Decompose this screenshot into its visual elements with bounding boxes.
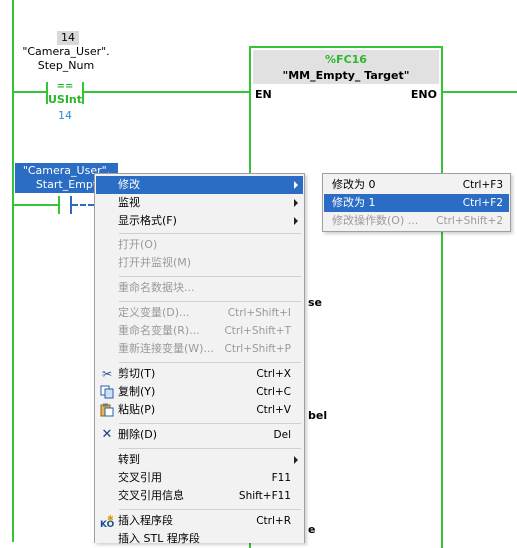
menu-separator (119, 448, 301, 449)
menu-item-insert-stl-network[interactable]: 插入 STL 程序段 (96, 530, 303, 548)
compare-tag-line1[interactable]: "Camera_User". (14, 45, 118, 59)
left-power-rail (12, 0, 14, 542)
menu-separator (119, 423, 301, 424)
menu-item-cut[interactable]: ✂ 剪切(T) Ctrl+X (96, 365, 303, 383)
rung-wire-top-mid (84, 91, 249, 93)
pin-en-label: EN (255, 88, 272, 101)
menu-separator (119, 233, 301, 234)
pin-label-partial-1: se (308, 296, 323, 309)
menu-item-delete[interactable]: ✕ 删除(D) Del (96, 426, 303, 444)
submenu-item-modify-operand[interactable]: 修改操作数(O) ... Ctrl+Shift+2 (324, 212, 509, 230)
copy-icon (100, 385, 114, 399)
function-block-number: %FC16 (325, 53, 367, 66)
menu-item-define-tag[interactable]: 定义变量(D)... Ctrl+Shift+I (96, 304, 303, 322)
rung-wire-second-dashed (72, 204, 94, 206)
context-menu: 修改 监视 显示格式(F) 打开(O) 打开并监视(M) 重命名数据块... 定… (94, 173, 305, 545)
menu-item-rename-db[interactable]: 重命名数据块... (96, 279, 303, 297)
contact-left-bar (58, 196, 60, 214)
menu-item-paste[interactable]: 粘贴(P) Ctrl+V (96, 401, 303, 419)
menu-item-rename-tag[interactable]: 重命名变量(R)... Ctrl+Shift+T (96, 322, 303, 340)
function-block-title: "MM_Empty_ Target" (282, 69, 410, 82)
menu-separator (119, 509, 301, 510)
menu-item-rewire-tag[interactable]: 重新连接变量(W)... Ctrl+Shift+P (96, 340, 303, 358)
chevron-right-icon (294, 181, 298, 189)
menu-item-goto[interactable]: 转到 (96, 451, 303, 469)
menu-item-cross-reference-info[interactable]: 交叉引用信息 Shift+F11 (96, 487, 303, 505)
menu-item-display-format[interactable]: 显示格式(F) (96, 212, 303, 230)
paste-icon (100, 403, 114, 417)
compare-operator: == (56, 81, 74, 92)
menu-item-cross-reference[interactable]: 交叉引用 F11 (96, 469, 303, 487)
chevron-right-icon (294, 199, 298, 207)
rung-wire-top-left (14, 91, 46, 93)
menu-item-copy[interactable]: 复制(Y) Ctrl+C (96, 383, 303, 401)
menu-item-insert-network[interactable]: KO ✱ 插入程序段 Ctrl+R (96, 512, 303, 530)
menu-separator (119, 276, 301, 277)
chevron-right-icon (294, 217, 298, 225)
menu-separator (119, 362, 301, 363)
chevron-right-icon (294, 456, 298, 464)
address-number: 14 (57, 31, 79, 45)
pin-eno-label: ENO (410, 88, 437, 101)
delete-x-icon: ✕ (101, 427, 113, 442)
svg-text:✱: ✱ (107, 514, 114, 523)
menu-item-modify[interactable]: 修改 (96, 176, 303, 194)
menu-separator (119, 301, 301, 302)
compare-tag-line2[interactable]: Step_Num (14, 59, 118, 73)
insert-network-icon: KO ✱ (100, 514, 115, 530)
function-block-header: %FC16 "MM_Empty_ Target" (253, 50, 439, 84)
pin-label-partial-2: bel (308, 409, 328, 422)
submenu-item-modify-to-1[interactable]: 修改为 1 Ctrl+F2 (324, 194, 509, 212)
compare-value[interactable]: 14 (44, 109, 86, 123)
rung-wire-top-right (441, 91, 517, 93)
menu-item-monitor[interactable]: 监视 (96, 194, 303, 212)
menu-item-open[interactable]: 打开(O) (96, 236, 303, 254)
rung-wire-second-left (14, 204, 58, 206)
scissors-icon: ✂ (101, 367, 113, 381)
modify-submenu: 修改为 0 Ctrl+F3 修改为 1 Ctrl+F2 修改操作数(O) ...… (322, 173, 511, 232)
menu-item-open-and-monitor[interactable]: 打开并监视(M) (96, 254, 303, 272)
compare-type: USInt (47, 93, 83, 106)
submenu-item-modify-to-0[interactable]: 修改为 0 Ctrl+F3 (324, 176, 509, 194)
pin-label-partial-3: e (308, 523, 316, 536)
